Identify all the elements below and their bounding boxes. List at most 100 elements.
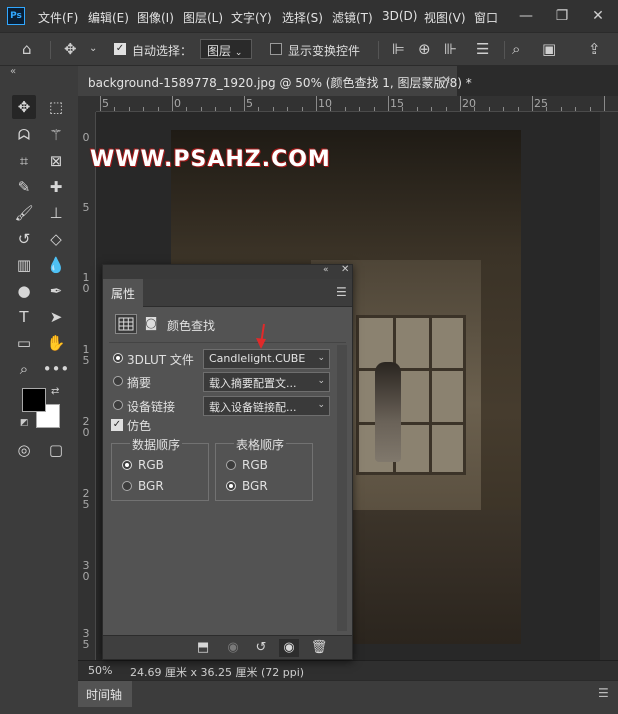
panel-scrollbar[interactable] bbox=[337, 345, 347, 631]
horizontal-ruler[interactable]: 5 0 5 10 15 20 25 bbox=[96, 96, 618, 112]
lasso-tool-icon[interactable]: ᗣ bbox=[12, 123, 36, 147]
path-selection-tool-icon[interactable]: ➤ bbox=[44, 305, 68, 329]
close-icon[interactable]: ✕ bbox=[441, 73, 451, 87]
photoshop-logo-icon[interactable]: Ps bbox=[7, 7, 25, 25]
radio-abstract[interactable] bbox=[113, 376, 123, 386]
crop-tool-icon[interactable]: ⌗ bbox=[12, 149, 36, 173]
menu-view[interactable]: 视图(V) bbox=[424, 9, 466, 26]
close-window-icon[interactable]: ✕ bbox=[580, 0, 616, 32]
default-colors-icon[interactable]: ◩ bbox=[20, 418, 29, 428]
ruler-origin[interactable] bbox=[78, 96, 96, 112]
delete-icon[interactable]: 🗑 bbox=[309, 639, 329, 657]
tab-properties[interactable]: 属性 bbox=[103, 279, 143, 307]
reset-icon[interactable]: ↺ bbox=[251, 639, 271, 657]
menu-file[interactable]: 文件(F) bbox=[38, 9, 78, 26]
align-top-icon[interactable]: ☰ bbox=[476, 40, 489, 58]
blur-tool-icon[interactable]: 💧 bbox=[44, 253, 68, 277]
data-order-bgr-label: BGR bbox=[138, 479, 164, 493]
move-tool-icon[interactable]: ✥ bbox=[12, 95, 36, 119]
menu-3d[interactable]: 3D(D) bbox=[382, 9, 417, 23]
hand-tool-icon[interactable]: ✋ bbox=[44, 331, 68, 355]
search-icon[interactable]: ⌕ bbox=[512, 40, 520, 58]
divider bbox=[109, 342, 346, 343]
eyedropper-tool-icon[interactable]: ✎ bbox=[12, 175, 36, 199]
marquee-tool-icon[interactable]: ⬚ bbox=[44, 95, 68, 119]
menu-type[interactable]: 文字(Y) bbox=[231, 9, 272, 26]
visibility-eye-icon[interactable]: ◉ bbox=[279, 639, 299, 657]
share-icon[interactable]: ⇪ bbox=[588, 40, 601, 58]
panel-menu-icon[interactable]: ☰ bbox=[598, 686, 609, 700]
timeline-tab[interactable]: 时间轴 bbox=[78, 681, 132, 707]
menu-filter[interactable]: 滤镜(T) bbox=[332, 9, 373, 26]
menu-image[interactable]: 图像(I) bbox=[137, 9, 174, 26]
document-tab[interactable]: background-1589778_1920.jpg @ 50% (颜色查找 … bbox=[78, 66, 472, 96]
color-lookup-adjustment-icon[interactable] bbox=[115, 314, 137, 334]
chevron-down-icon[interactable]: ⌄ bbox=[89, 43, 97, 54]
restore-window-icon[interactable]: ❐ bbox=[544, 0, 580, 32]
healing-brush-tool-icon[interactable]: ✚ bbox=[44, 175, 68, 199]
screen-mode-icon[interactable]: ▢ bbox=[44, 438, 68, 462]
menu-select[interactable]: 选择(S) bbox=[282, 9, 323, 26]
image-figure bbox=[375, 362, 401, 462]
brush-tool-icon[interactable]: 🖌 bbox=[12, 201, 36, 225]
collapse-panel-icon[interactable]: « bbox=[323, 265, 329, 275]
clone-stamp-tool-icon[interactable]: ⊥ bbox=[44, 201, 68, 225]
home-icon[interactable]: ⌂ bbox=[22, 40, 32, 58]
auto-select-target-dropdown[interactable]: 图层 ⌄ bbox=[200, 39, 252, 59]
rectangle-tool-icon[interactable]: ▭ bbox=[12, 331, 36, 355]
layer-mask-icon[interactable]: ◙ bbox=[141, 315, 161, 333]
view-previous-state-icon[interactable]: ◉ bbox=[223, 639, 243, 657]
auto-select-checkbox[interactable]: ✓ bbox=[114, 43, 126, 55]
document-size-info[interactable]: 24.69 厘米 x 36.25 厘米 (72 ppi) bbox=[130, 664, 304, 680]
panel-menu-icon[interactable]: ☰ bbox=[336, 285, 347, 299]
frame-tool-icon[interactable]: ⊠ bbox=[44, 149, 68, 173]
abstract-profile-dropdown[interactable]: 载入摘要配置文... ⌄ bbox=[203, 372, 330, 392]
menu-layer[interactable]: 图层(L) bbox=[183, 9, 223, 26]
gradient-tool-icon[interactable]: ▥ bbox=[12, 253, 36, 277]
device-link-dropdown[interactable]: 载入设备链接配... ⌄ bbox=[203, 396, 330, 416]
ruler-label: 5 bbox=[81, 202, 91, 213]
vertical-scrollbar[interactable] bbox=[600, 112, 618, 660]
type-tool-icon[interactable]: T bbox=[12, 305, 36, 329]
ruler-tick bbox=[589, 107, 591, 111]
separator bbox=[378, 41, 379, 59]
more-tools-icon[interactable]: ••• bbox=[43, 357, 70, 381]
ruler-tick bbox=[575, 107, 577, 111]
eraser-tool-icon[interactable]: ◇ bbox=[44, 227, 68, 251]
data-order-bgr-radio[interactable] bbox=[122, 481, 132, 491]
table-order-bgr-radio[interactable] bbox=[226, 481, 236, 491]
radio-device-link[interactable] bbox=[113, 400, 123, 410]
swap-colors-icon[interactable]: ⇄ bbox=[51, 386, 59, 397]
clip-to-layer-icon[interactable]: ⬒ bbox=[193, 639, 213, 657]
align-left-icon[interactable]: ⊫ bbox=[392, 40, 405, 58]
close-icon[interactable]: ✕ bbox=[341, 264, 349, 275]
history-brush-tool-icon[interactable]: ↺ bbox=[12, 227, 36, 251]
menu-edit[interactable]: 编辑(E) bbox=[88, 9, 129, 26]
3dlut-file-dropdown[interactable]: Candlelight.CUBE ⌄ bbox=[203, 349, 330, 369]
minimize-window-icon[interactable]: — bbox=[508, 0, 544, 32]
align-right-icon[interactable]: ⊪ bbox=[444, 40, 457, 58]
foreground-color-swatch[interactable] bbox=[22, 388, 46, 412]
workspace-icon[interactable]: ▣ bbox=[542, 40, 556, 58]
radio-3dlut-file[interactable] bbox=[113, 353, 123, 363]
zoom-level[interactable]: 50% bbox=[88, 664, 112, 677]
quick-mask-icon[interactable]: ◎ bbox=[12, 438, 36, 462]
vertical-ruler[interactable]: 0 5 10 15 20 25 30 35 bbox=[78, 112, 96, 660]
show-transform-controls-label: 显示变换控件 bbox=[288, 44, 361, 58]
dither-checkbox[interactable]: ✓ bbox=[111, 419, 123, 431]
dodge-tool-icon[interactable]: ● bbox=[12, 279, 36, 303]
pen-tool-icon[interactable]: ✒ bbox=[44, 279, 68, 303]
ruler-tick bbox=[474, 107, 476, 111]
move-tool-preset-icon[interactable]: ✥ bbox=[64, 40, 77, 58]
table-order-rgb-radio[interactable] bbox=[226, 460, 236, 470]
panel-drag-bar[interactable]: « ✕ bbox=[103, 264, 352, 279]
grid-icon bbox=[118, 317, 134, 331]
zoom-tool-icon[interactable]: ⌕ bbox=[12, 357, 36, 381]
abstract-profile-value: 载入摘要配置文... bbox=[209, 377, 297, 390]
collapse-panel-icon[interactable]: « bbox=[10, 66, 16, 77]
magic-wand-tool-icon[interactable]: ⚚ bbox=[44, 123, 68, 147]
show-transform-controls-checkbox[interactable] bbox=[270, 43, 282, 55]
menu-window[interactable]: 窗口 bbox=[474, 9, 498, 26]
align-horizontal-center-icon[interactable]: ⊕ bbox=[418, 40, 431, 58]
data-order-rgb-radio[interactable] bbox=[122, 460, 132, 470]
